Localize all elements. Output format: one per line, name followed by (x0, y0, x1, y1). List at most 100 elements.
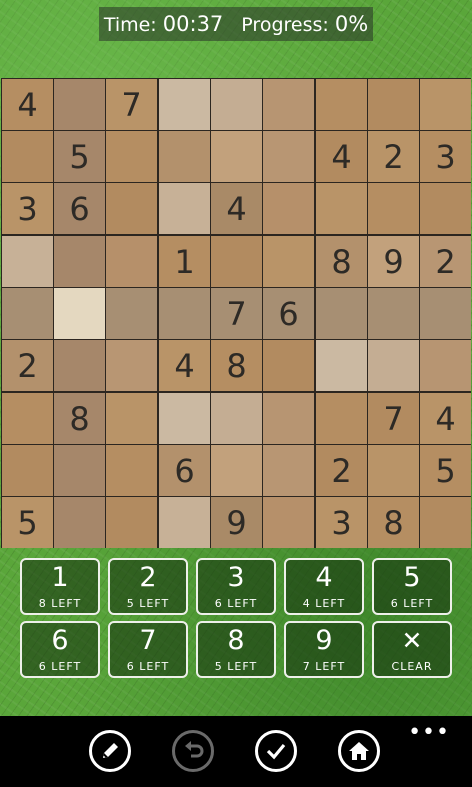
sudoku-cell[interactable]: 6 (159, 445, 210, 496)
app-bar: ••• (0, 716, 472, 787)
sudoku-cell[interactable] (316, 340, 367, 391)
sudoku-cell[interactable] (54, 340, 105, 391)
sudoku-cell[interactable] (54, 445, 105, 496)
number-key-9[interactable]: 9 7 LEFT (284, 621, 364, 678)
sudoku-cell[interactable] (420, 288, 471, 339)
sudoku-cell[interactable]: 3 (420, 131, 471, 182)
sudoku-cell[interactable] (368, 183, 419, 234)
sudoku-cell[interactable] (54, 79, 105, 130)
sudoku-cell[interactable] (106, 288, 157, 339)
sudoku-cell[interactable] (263, 79, 314, 130)
sudoku-cell[interactable] (316, 393, 367, 444)
sudoku-cell[interactable] (54, 288, 105, 339)
sudoku-cell[interactable]: 5 (54, 131, 105, 182)
sudoku-cell[interactable] (263, 236, 314, 287)
sudoku-cell[interactable] (211, 393, 262, 444)
sudoku-cell[interactable] (316, 79, 367, 130)
sudoku-cell[interactable] (420, 183, 471, 234)
sudoku-cell[interactable] (54, 236, 105, 287)
number-key-2[interactable]: 2 5 LEFT (108, 558, 188, 615)
sudoku-cell[interactable] (159, 79, 210, 130)
sudoku-cell[interactable] (159, 131, 210, 182)
sudoku-cell[interactable] (2, 131, 53, 182)
sudoku-cell[interactable] (368, 340, 419, 391)
sudoku-cell[interactable] (159, 497, 210, 548)
sudoku-cell[interactable] (420, 497, 471, 548)
sudoku-cell[interactable]: 8 (368, 497, 419, 548)
sudoku-cell[interactable] (263, 183, 314, 234)
sudoku-cell[interactable]: 7 (211, 288, 262, 339)
sudoku-cell[interactable] (106, 340, 157, 391)
sudoku-cell[interactable]: 1 (159, 236, 210, 287)
sudoku-cell[interactable] (2, 445, 53, 496)
clear-key[interactable]: ✕ CLEAR (372, 621, 452, 678)
sudoku-cell[interactable] (211, 79, 262, 130)
sudoku-cell[interactable] (420, 340, 471, 391)
sudoku-cell[interactable] (106, 497, 157, 548)
number-key-3[interactable]: 3 6 LEFT (196, 558, 276, 615)
sudoku-cell[interactable] (106, 445, 157, 496)
sudoku-cell[interactable] (159, 288, 210, 339)
pencil-button[interactable] (89, 730, 131, 772)
sudoku-cell[interactable]: 4 (316, 131, 367, 182)
sudoku-cell[interactable] (106, 236, 157, 287)
sudoku-cell[interactable] (263, 445, 314, 496)
sudoku-cell[interactable] (263, 497, 314, 548)
sudoku-cell[interactable] (159, 183, 210, 234)
key-number: 4 (315, 562, 333, 593)
sudoku-cell[interactable] (368, 288, 419, 339)
sudoku-cell[interactable]: 2 (316, 445, 367, 496)
sudoku-cell[interactable] (106, 183, 157, 234)
sudoku-cell[interactable]: 4 (211, 183, 262, 234)
sudoku-cell[interactable] (263, 393, 314, 444)
sudoku-cell[interactable] (368, 445, 419, 496)
more-menu[interactable]: ••• (408, 722, 450, 744)
sudoku-cell[interactable] (211, 445, 262, 496)
sudoku-cell[interactable]: 4 (420, 393, 471, 444)
sudoku-cell[interactable]: 6 (54, 183, 105, 234)
pencil-icon (103, 743, 118, 758)
number-key-4[interactable]: 4 4 LEFT (284, 558, 364, 615)
sudoku-cell[interactable] (211, 131, 262, 182)
sudoku-cell[interactable] (54, 497, 105, 548)
sudoku-cell[interactable]: 8 (211, 340, 262, 391)
sudoku-cell[interactable]: 4 (159, 340, 210, 391)
sudoku-cell[interactable] (263, 340, 314, 391)
sudoku-cell[interactable]: 7 (368, 393, 419, 444)
number-key-5[interactable]: 5 6 LEFT (372, 558, 452, 615)
sudoku-cell[interactable] (263, 131, 314, 182)
key-number: 5 (403, 562, 421, 593)
sudoku-cell[interactable]: 3 (316, 497, 367, 548)
sudoku-cell[interactable]: 3 (2, 183, 53, 234)
sudoku-cell[interactable]: 5 (420, 445, 471, 496)
sudoku-cell[interactable] (106, 131, 157, 182)
sudoku-cell[interactable]: 9 (211, 497, 262, 548)
sudoku-cell[interactable]: 5 (2, 497, 53, 548)
sudoku-cell[interactable]: 4 (2, 79, 53, 130)
number-key-6[interactable]: 6 6 LEFT (20, 621, 100, 678)
sudoku-cell[interactable]: 8 (54, 393, 105, 444)
sudoku-cell[interactable]: 2 (2, 340, 53, 391)
home-button[interactable] (338, 730, 380, 772)
sudoku-cell[interactable] (2, 393, 53, 444)
sudoku-cell[interactable]: 7 (106, 79, 157, 130)
check-button[interactable] (255, 730, 297, 772)
sudoku-cell[interactable] (106, 393, 157, 444)
sudoku-cell[interactable] (159, 393, 210, 444)
sudoku-cell[interactable] (316, 183, 367, 234)
sudoku-cell[interactable]: 9 (368, 236, 419, 287)
undo-button[interactable] (172, 730, 214, 772)
sudoku-cell[interactable] (2, 236, 53, 287)
number-key-1[interactable]: 1 8 LEFT (20, 558, 100, 615)
sudoku-cell[interactable] (368, 79, 419, 130)
number-key-7[interactable]: 7 6 LEFT (108, 621, 188, 678)
sudoku-cell[interactable] (211, 236, 262, 287)
sudoku-cell[interactable]: 8 (316, 236, 367, 287)
sudoku-cell[interactable] (2, 288, 53, 339)
number-key-8[interactable]: 8 5 LEFT (196, 621, 276, 678)
sudoku-cell[interactable] (316, 288, 367, 339)
sudoku-cell[interactable]: 2 (420, 236, 471, 287)
sudoku-cell[interactable] (420, 79, 471, 130)
sudoku-cell[interactable]: 6 (263, 288, 314, 339)
sudoku-cell[interactable]: 2 (368, 131, 419, 182)
